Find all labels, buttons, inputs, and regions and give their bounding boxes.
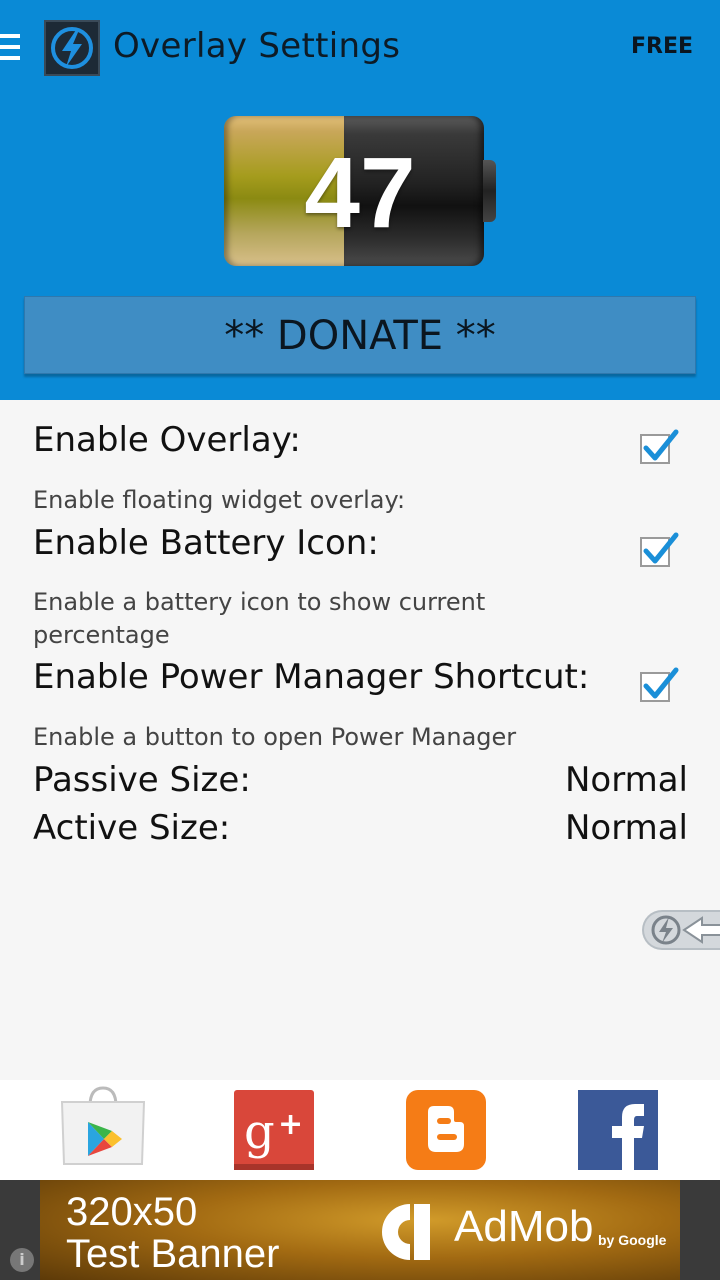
free-label[interactable]: FREE <box>631 34 693 59</box>
blogger-icon[interactable] <box>406 1090 486 1170</box>
enable-overlay-checkbox[interactable] <box>640 429 679 464</box>
battery-graphic: 47 <box>224 116 498 270</box>
google-plus-icon[interactable]: g + <box>234 1090 314 1170</box>
facebook-icon[interactable] <box>578 1090 658 1170</box>
menu-icon[interactable] <box>0 34 22 64</box>
checkmark-icon <box>643 429 679 461</box>
ad-size-text: 320x50 <box>66 1190 198 1234</box>
battery-level: 47 <box>304 137 416 249</box>
enable-battery-icon-summary: Enable a battery icon to show current pe… <box>33 588 486 649</box>
app-title: Overlay Settings <box>113 26 401 66</box>
header-panel: Overlay Settings FREE 47 ** DONATE ** <box>0 0 720 400</box>
enable-power-manager-title[interactable]: Enable Power Manager Shortcut: <box>33 657 589 697</box>
enable-overlay-summary: Enable floating widget overlay: <box>33 486 406 514</box>
enable-overlay-title[interactable]: Enable Overlay: <box>33 420 301 460</box>
admob-byline: by Google <box>598 1232 667 1248</box>
svg-text:+: + <box>278 1107 303 1142</box>
checkmark-icon <box>643 667 679 699</box>
active-size-label[interactable]: Active Size: <box>33 808 230 848</box>
enable-power-manager-checkbox[interactable] <box>640 667 679 702</box>
checkmark-icon <box>643 532 679 564</box>
enable-battery-icon-checkbox[interactable] <box>640 532 679 567</box>
passive-size-label[interactable]: Passive Size: <box>33 760 251 800</box>
enable-battery-icon-title[interactable]: Enable Battery Icon: <box>33 523 379 563</box>
app-logo-icon <box>44 20 100 76</box>
passive-size-value[interactable]: Normal <box>565 760 688 800</box>
floating-overlay-widget[interactable] <box>642 910 720 950</box>
ad-test-banner-text: Test Banner <box>66 1232 280 1276</box>
play-store-icon[interactable] <box>60 1084 146 1170</box>
donate-button[interactable]: ** DONATE ** <box>24 296 696 374</box>
enable-power-manager-summary: Enable a button to open Power Manager <box>33 723 517 751</box>
svg-text:g: g <box>244 1104 275 1160</box>
active-size-value[interactable]: Normal <box>565 808 688 848</box>
admob-logo-icon <box>382 1204 430 1260</box>
ad-banner[interactable]: 320x50 Test Banner AdMob by Google <box>40 1180 680 1280</box>
ad-info-icon[interactable]: i <box>10 1248 34 1272</box>
admob-brand-text: AdMob <box>454 1202 594 1251</box>
